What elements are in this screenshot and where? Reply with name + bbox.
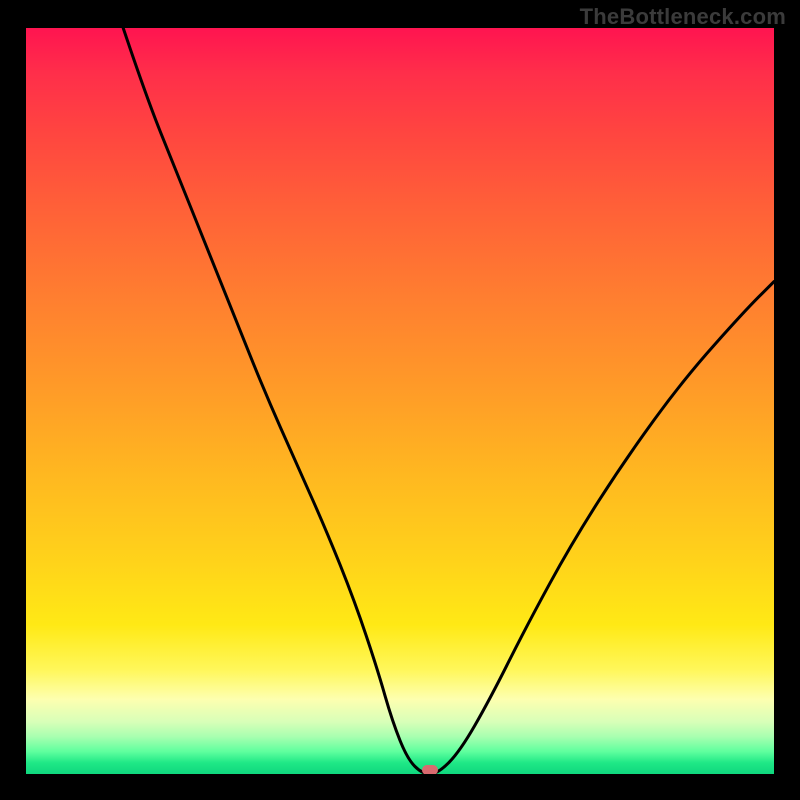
chart-frame: TheBottleneck.com [0,0,800,800]
minimum-marker [422,765,438,774]
plot-area [26,28,774,774]
watermark-text: TheBottleneck.com [580,4,786,30]
bottleneck-curve [26,28,774,774]
